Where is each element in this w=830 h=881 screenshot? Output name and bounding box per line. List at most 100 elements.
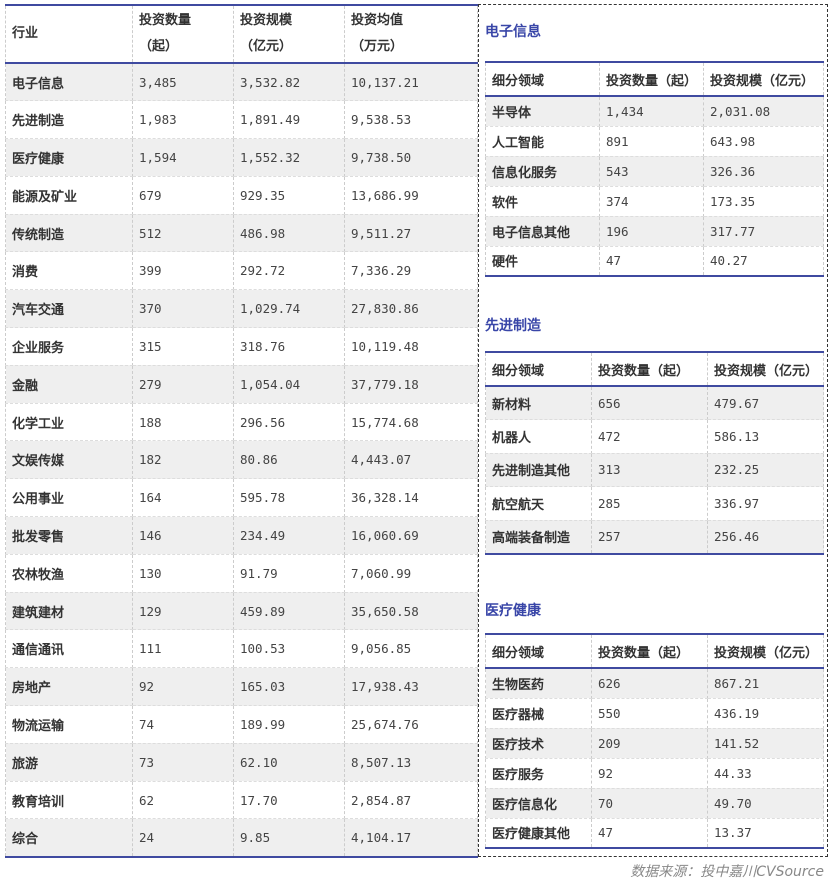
breakdown-panel: 电子信息 细分领域 投资数量（起） 投资规模（亿元） 半导体 1,434 2,031.08… [478, 4, 828, 857]
table-row: 化学工业 188 296.56 15,774.68 [5, 403, 478, 442]
cell-value: 296.56 [233, 403, 345, 442]
cell-value: 17.70 [233, 781, 345, 820]
cell-value: 279 [132, 365, 234, 404]
cell-value: 626 [591, 668, 708, 699]
cell-value: 7,060.99 [344, 554, 478, 593]
cell-value: 336.97 [707, 486, 824, 521]
cell-value: 129 [132, 592, 234, 631]
cell-value: 436.19 [707, 698, 824, 729]
industry-name: 农林牧渔 [5, 554, 133, 593]
cell-value: 36,328.14 [344, 478, 478, 518]
column-header: 细分领域 [485, 62, 600, 97]
industry-name: 传统制造 [5, 214, 133, 253]
cell-value: 315 [132, 327, 234, 366]
table-row: 公用事业 164 595.78 36,328.14 [5, 478, 478, 518]
industry-name: 先进制造 [5, 100, 133, 140]
cell-value: 146 [132, 516, 234, 555]
segment-name: 医疗信息化 [485, 788, 592, 819]
cell-value: 49.70 [707, 788, 824, 819]
column-header: 投资规模（亿元） [703, 62, 824, 97]
table-row: 通信通讯 111 100.53 9,056.85 [5, 629, 478, 669]
table-row: 医疗健康其他 47 13.37 [485, 818, 824, 849]
table-row: 医疗信息化 70 49.70 [485, 788, 824, 819]
cell-value: 256.46 [707, 520, 824, 555]
cell-value: 643.98 [703, 126, 824, 157]
segment-name: 航空航天 [485, 486, 592, 521]
industry-name: 物流运输 [5, 705, 133, 744]
cell-value: 188 [132, 403, 234, 442]
segment-name: 高端装备制造 [485, 520, 592, 555]
cell-value: 326.36 [703, 156, 824, 187]
cell-value: 512 [132, 214, 234, 253]
cell-value: 44.33 [707, 758, 824, 789]
cell-value: 285 [591, 486, 708, 521]
column-header: 细分领域 [485, 352, 592, 387]
table-row: 物流运输 74 189.99 25,674.76 [5, 705, 478, 744]
cell-value: 234.49 [233, 516, 345, 555]
segment-name: 软件 [485, 186, 600, 217]
cell-value: 13,686.99 [344, 176, 478, 215]
cell-value: 91.79 [233, 554, 345, 593]
industry-name: 汽车交通 [5, 289, 133, 329]
cell-value: 1,594 [132, 138, 234, 177]
header-line: 行业 [12, 26, 39, 41]
cell-value: 10,119.48 [344, 327, 478, 366]
cell-value: 130 [132, 554, 234, 593]
industry-name: 批发零售 [5, 516, 133, 555]
cell-value: 4,104.17 [344, 818, 478, 858]
cell-value: 595.78 [233, 478, 345, 518]
table-row: 电子信息 3,485 3,532.82 10,137.21 [5, 63, 478, 102]
cell-value: 257 [591, 520, 708, 555]
cell-value: 10,137.21 [344, 63, 478, 102]
table-row: 人工智能 891 643.98 [485, 126, 824, 157]
table-row: 信息化服务 543 326.36 [485, 156, 824, 187]
industry-name: 教育培训 [5, 781, 133, 820]
cell-value: 25,674.76 [344, 705, 478, 744]
industry-name: 综合 [5, 818, 133, 858]
industry-name: 能源及矿业 [5, 176, 133, 215]
cell-value: 656 [591, 386, 708, 421]
cell-value: 35,650.58 [344, 592, 478, 631]
table-row: 能源及矿业 679 929.35 13,686.99 [5, 176, 478, 215]
table-row: 医疗健康 1,594 1,552.32 9,738.50 [5, 138, 478, 177]
column-header: 投资数量（起） [599, 62, 704, 97]
cell-value: 164 [132, 478, 234, 518]
industry-name: 电子信息 [5, 63, 133, 102]
section-title-electronics: 电子信息 [485, 24, 541, 40]
industry-name: 文娱传媒 [5, 440, 133, 480]
cell-value: 586.13 [707, 419, 824, 454]
table-row: 软件 374 173.35 [485, 186, 824, 217]
cell-value: 173.35 [703, 186, 824, 217]
column-header: 投资数量（起） [591, 634, 708, 669]
cell-value: 37,779.18 [344, 365, 478, 404]
table-row: 硬件 47 40.27 [485, 246, 824, 277]
segment-name: 医疗健康其他 [485, 818, 592, 849]
column-header: 投资均值 （万元） [344, 5, 478, 64]
cell-value: 679 [132, 176, 234, 215]
cell-value: 74 [132, 705, 234, 744]
table-row: 旅游 73 62.10 8,507.13 [5, 743, 478, 782]
segment-name: 电子信息其他 [485, 216, 600, 247]
table-row: 农林牧渔 130 91.79 7,060.99 [5, 554, 478, 593]
cell-value: 1,552.32 [233, 138, 345, 177]
cell-value: 486.98 [233, 214, 345, 253]
segment-name: 医疗器械 [485, 698, 592, 729]
industry-name: 旅游 [5, 743, 133, 782]
table-row: 半导体 1,434 2,031.08 [485, 96, 824, 127]
cell-value: 141.52 [707, 728, 824, 759]
industry-name: 化学工业 [5, 403, 133, 442]
cell-value: 1,029.74 [233, 289, 345, 329]
table-row: 金融 279 1,054.04 37,779.18 [5, 365, 478, 404]
column-header: 投资数量（起） [591, 352, 708, 387]
table-row: 医疗技术 209 141.52 [485, 728, 824, 759]
cell-value: 165.03 [233, 667, 345, 707]
cell-value: 80.86 [233, 440, 345, 480]
table-row: 先进制造其他 313 232.25 [485, 453, 824, 488]
cell-value: 399 [132, 251, 234, 291]
cell-value: 62.10 [233, 743, 345, 782]
cell-value: 209 [591, 728, 708, 759]
table-row: 医疗器械 550 436.19 [485, 698, 824, 729]
table-row: 电子信息其他 196 317.77 [485, 216, 824, 247]
table-row: 新材料 656 479.67 [485, 386, 824, 421]
cell-value: 9,738.50 [344, 138, 478, 177]
